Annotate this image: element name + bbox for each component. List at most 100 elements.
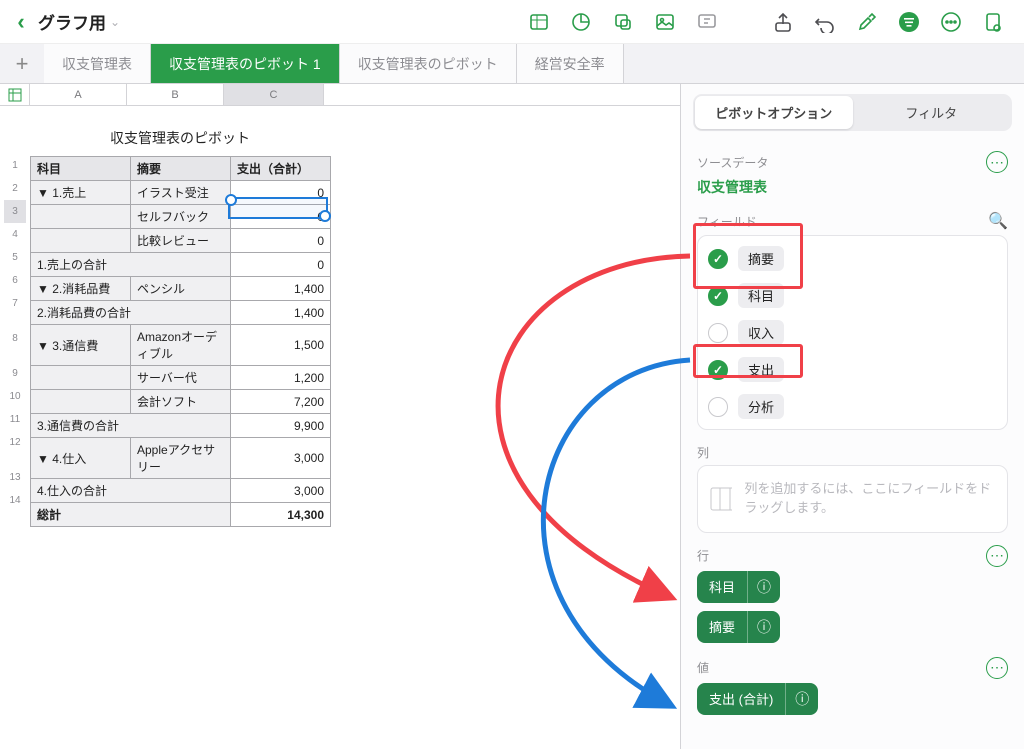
table-icon[interactable] xyxy=(518,6,560,38)
row-number[interactable]: 5 xyxy=(4,246,26,269)
info-icon[interactable] xyxy=(747,571,780,603)
field-row[interactable]: 科目 xyxy=(698,277,1007,314)
field-row[interactable]: 収入 xyxy=(698,314,1007,351)
pivot-cell[interactable]: 3.通信費の合計 xyxy=(31,414,231,438)
pivot-header-tekiyo[interactable]: 摘要 xyxy=(131,157,231,181)
field-chip[interactable]: 科目 xyxy=(738,283,784,308)
row-number[interactable]: 1 xyxy=(4,154,26,177)
pivot-cell[interactable]: ▼ 1.売上 xyxy=(31,181,131,205)
more-icon[interactable] xyxy=(930,6,972,38)
document-icon[interactable] xyxy=(972,6,1014,38)
document-title[interactable]: グラフ用 xyxy=(38,9,106,34)
pivot-cell[interactable]: 4.仕入の合計 xyxy=(31,479,231,503)
pivot-cell[interactable]: セルフバック xyxy=(131,205,231,229)
field-chip[interactable]: 摘要 xyxy=(738,246,784,271)
field-pill[interactable]: 摘要 xyxy=(697,611,780,643)
field-checkbox[interactable] xyxy=(708,323,728,343)
back-button[interactable]: ‹ xyxy=(10,9,32,35)
panel-segmented-control[interactable]: ピボットオプション フィルタ xyxy=(693,94,1012,131)
pivot-cell[interactable]: 3,000 xyxy=(231,479,331,503)
field-pill[interactable]: 科目 xyxy=(697,571,780,603)
format-brush-icon[interactable] xyxy=(846,6,888,38)
pivot-cell[interactable]: 0 xyxy=(231,253,331,277)
pivot-cell[interactable]: 9,900 xyxy=(231,414,331,438)
info-icon[interactable] xyxy=(785,683,818,715)
columns-drop-zone[interactable]: 列を追加するには、ここにフィールドをドラッグします。 xyxy=(697,465,1008,533)
chart-icon[interactable] xyxy=(560,6,602,38)
column-header-B[interactable]: B xyxy=(127,84,224,105)
pivot-cell[interactable]: Appleアクセサリー xyxy=(131,438,231,479)
field-pill[interactable]: 支出 (合計) xyxy=(697,683,818,715)
undo-icon[interactable] xyxy=(804,6,846,38)
pivot-cell[interactable]: イラスト受注 xyxy=(131,181,231,205)
row-number[interactable]: 10 xyxy=(4,385,26,408)
pivot-cell[interactable]: サーバー代 xyxy=(131,366,231,390)
search-icon[interactable]: 🔍 xyxy=(988,211,1008,231)
column-header-A[interactable]: A xyxy=(30,84,127,105)
row-number[interactable]: 6 xyxy=(4,269,26,292)
pivot-cell[interactable]: 2.消耗品費の合計 xyxy=(31,301,231,325)
pivot-cell[interactable]: ▼ 2.消耗品費 xyxy=(31,277,131,301)
pivot-cell[interactable]: 1,400 xyxy=(231,277,331,301)
chevron-down-icon[interactable]: ⌄ xyxy=(110,15,120,29)
pivot-cell[interactable]: 会計ソフト xyxy=(131,390,231,414)
shape-icon[interactable] xyxy=(602,6,644,38)
row-number[interactable]: 12 xyxy=(4,431,26,466)
sheet-tab[interactable]: 収支管理表 xyxy=(44,44,151,83)
image-icon[interactable] xyxy=(644,6,686,38)
row-number[interactable]: 11 xyxy=(4,408,26,431)
values-more-icon[interactable] xyxy=(986,657,1008,679)
pivot-cell[interactable]: 比較レビュー xyxy=(131,229,231,253)
pivot-cell[interactable]: ▼ 3.通信費 xyxy=(31,325,131,366)
field-row[interactable]: 支出 xyxy=(698,351,1007,388)
seg-pivot-options[interactable]: ピボットオプション xyxy=(695,96,853,129)
pivot-cell[interactable]: 3,000 xyxy=(231,438,331,479)
row-number[interactable]: 14 xyxy=(4,489,26,512)
sheet-tab[interactable]: 収支管理表のピボット 1 xyxy=(151,44,340,83)
table-corner-icon[interactable] xyxy=(0,84,30,105)
add-sheet-button[interactable]: + xyxy=(0,44,44,83)
pivot-cell[interactable]: Amazonオーディブル xyxy=(131,325,231,366)
pivot-cell[interactable] xyxy=(31,229,131,253)
pivot-cell[interactable]: 1,200 xyxy=(231,366,331,390)
row-number[interactable]: 3 xyxy=(4,200,26,223)
field-chip[interactable]: 支出 xyxy=(738,357,784,382)
row-number[interactable]: 7 xyxy=(4,292,26,327)
field-checkbox[interactable] xyxy=(708,286,728,306)
pivot-cell[interactable]: 1.売上の合計 xyxy=(31,253,231,277)
field-checkbox[interactable] xyxy=(708,397,728,417)
seg-filter[interactable]: フィルタ xyxy=(853,96,1011,129)
pivot-cell[interactable]: 0 xyxy=(231,229,331,253)
sheet-tab[interactable]: 収支管理表のピボット xyxy=(340,44,517,83)
info-icon[interactable] xyxy=(747,611,780,643)
pivot-cell[interactable]: 7,200 xyxy=(231,390,331,414)
field-row[interactable]: 分析 xyxy=(698,388,1007,425)
row-number[interactable]: 13 xyxy=(4,466,26,489)
field-checkbox[interactable] xyxy=(708,360,728,380)
pivot-cell[interactable] xyxy=(31,366,131,390)
pivot-cell[interactable]: 総計 xyxy=(31,503,231,527)
row-number[interactable]: 2 xyxy=(4,177,26,200)
sheet-tab[interactable]: 経営安全率 xyxy=(517,44,624,83)
pivot-header-value[interactable]: 支出（合計） xyxy=(231,157,331,181)
pivot-cell[interactable] xyxy=(31,205,131,229)
field-row[interactable]: 摘要 xyxy=(698,240,1007,277)
pivot-cell[interactable]: 14,300 xyxy=(231,503,331,527)
pivot-cell[interactable]: 1,400 xyxy=(231,301,331,325)
pivot-cell[interactable] xyxy=(31,390,131,414)
share-icon[interactable] xyxy=(762,6,804,38)
organize-icon[interactable] xyxy=(888,6,930,38)
source-more-icon[interactable] xyxy=(986,151,1008,173)
pivot-cell[interactable]: 1,500 xyxy=(231,325,331,366)
column-header-C[interactable]: C xyxy=(224,84,324,105)
spreadsheet-area[interactable]: A B C 1234567891011121314 収支管理表のピボット 科目 … xyxy=(0,84,680,749)
field-checkbox[interactable] xyxy=(708,249,728,269)
field-chip[interactable]: 収入 xyxy=(738,320,784,345)
comment-icon[interactable] xyxy=(686,6,728,38)
pivot-header-kamoku[interactable]: 科目 xyxy=(31,157,131,181)
row-number[interactable]: 8 xyxy=(4,327,26,362)
pivot-cell[interactable]: ▼ 4.仕入 xyxy=(31,438,131,479)
field-chip[interactable]: 分析 xyxy=(738,394,784,419)
row-number[interactable]: 9 xyxy=(4,362,26,385)
row-number[interactable]: 4 xyxy=(4,223,26,246)
